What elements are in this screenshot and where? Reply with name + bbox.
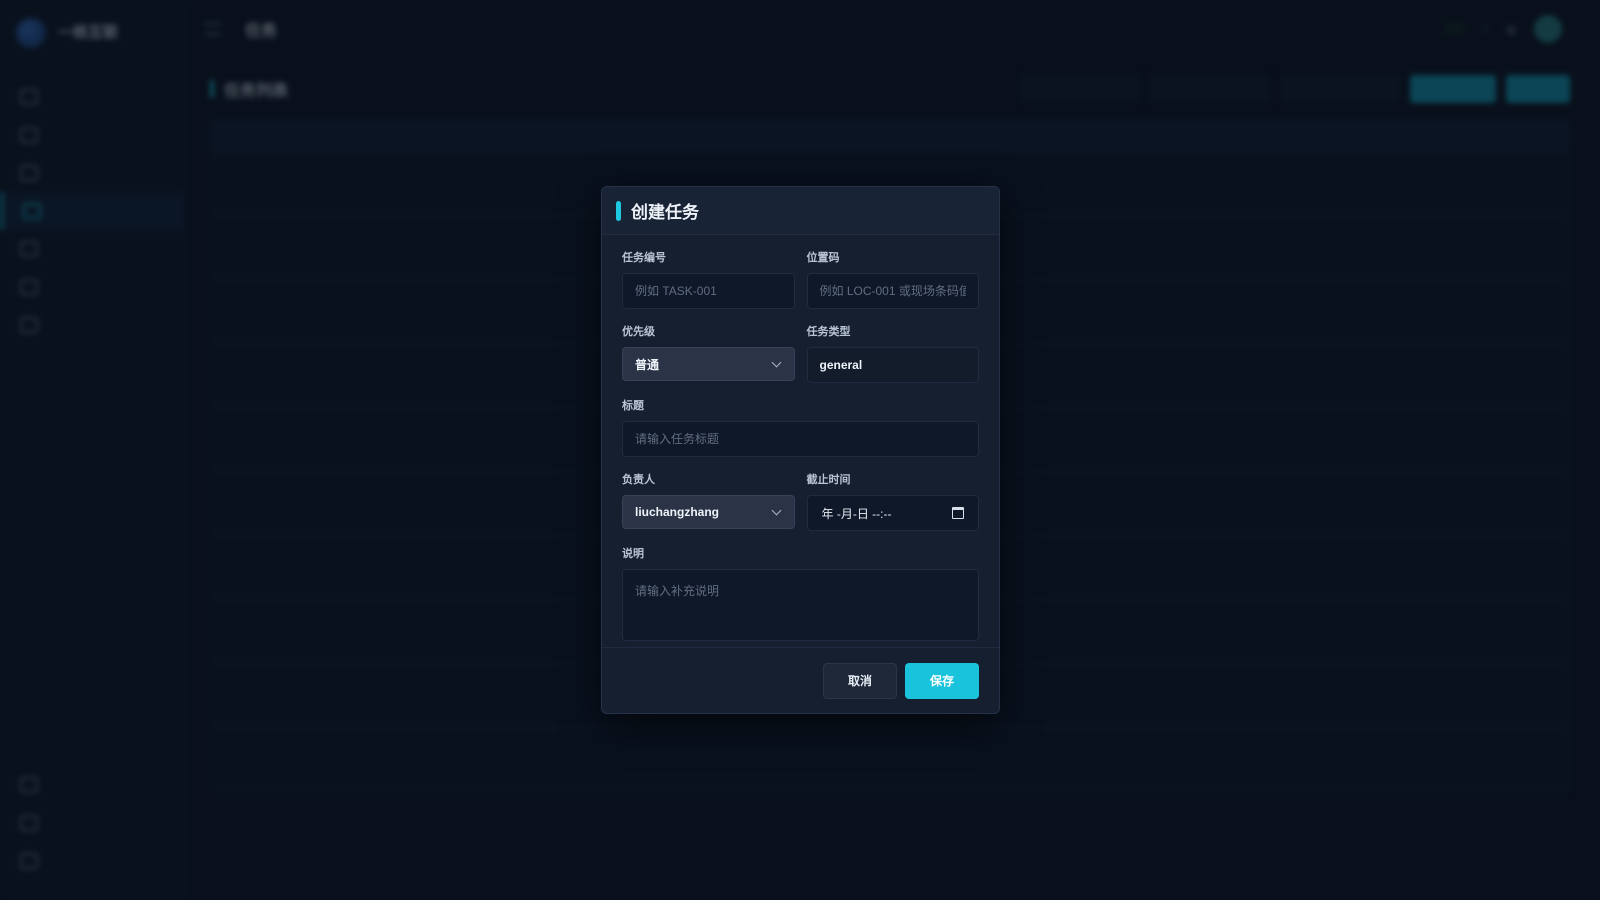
title-field-group: 标题 [622, 397, 979, 457]
priority-label: 优先级 [622, 326, 655, 338]
task-no-field-group: 任务编号 [622, 249, 795, 309]
description-label: 说明 [622, 548, 644, 560]
deadline-value: 年 -月-日 --:-- [821, 506, 892, 521]
dialog-footer: 取消 保存 [602, 647, 999, 713]
assignee-field-group: 负责人 liuchangzhang [622, 471, 795, 531]
dialog-header: 创建任务 [602, 187, 999, 235]
location-field-group: 位置码 [806, 249, 979, 309]
calendar-icon[interactable] [952, 507, 964, 519]
chevron-down-icon [771, 505, 781, 516]
priority-select[interactable]: 普通 [622, 347, 795, 381]
task-type-field-group: 任务类型 [806, 323, 979, 383]
create-task-dialog: 创建任务 任务编号 位置码 优先级 普通 任务类型 [601, 186, 1000, 714]
assignee-value: liuchangzhang [635, 505, 719, 519]
save-button[interactable]: 保存 [905, 662, 979, 699]
task-type-label: 任务类型 [806, 326, 851, 338]
task-type-input[interactable] [806, 347, 979, 383]
location-label: 位置码 [806, 252, 840, 264]
task-no-input[interactable] [622, 273, 795, 309]
title-accent-bar [616, 200, 621, 221]
description-field-group: 说明 [622, 545, 979, 646]
priority-field-group: 优先级 普通 [622, 323, 795, 383]
title-input[interactable] [622, 421, 979, 457]
title-label: 标题 [622, 400, 644, 412]
deadline-label: 截止时间 [806, 474, 851, 486]
dialog-title: 创建任务 [631, 203, 699, 222]
chevron-down-icon [771, 357, 781, 368]
assignee-label: 负责人 [622, 474, 655, 486]
priority-value: 普通 [635, 357, 660, 372]
task-no-label: 任务编号 [622, 252, 666, 264]
assignee-select[interactable]: liuchangzhang [622, 495, 795, 529]
deadline-input[interactable]: 年 -月-日 --:-- [806, 495, 979, 531]
dialog-body: 任务编号 位置码 优先级 普通 任务类型 标题 [602, 235, 999, 646]
location-input[interactable] [806, 273, 979, 309]
deadline-field-group: 截止时间 年 -月-日 --:-- [806, 471, 979, 531]
cancel-button[interactable]: 取消 [823, 662, 897, 699]
description-textarea[interactable] [622, 569, 979, 641]
